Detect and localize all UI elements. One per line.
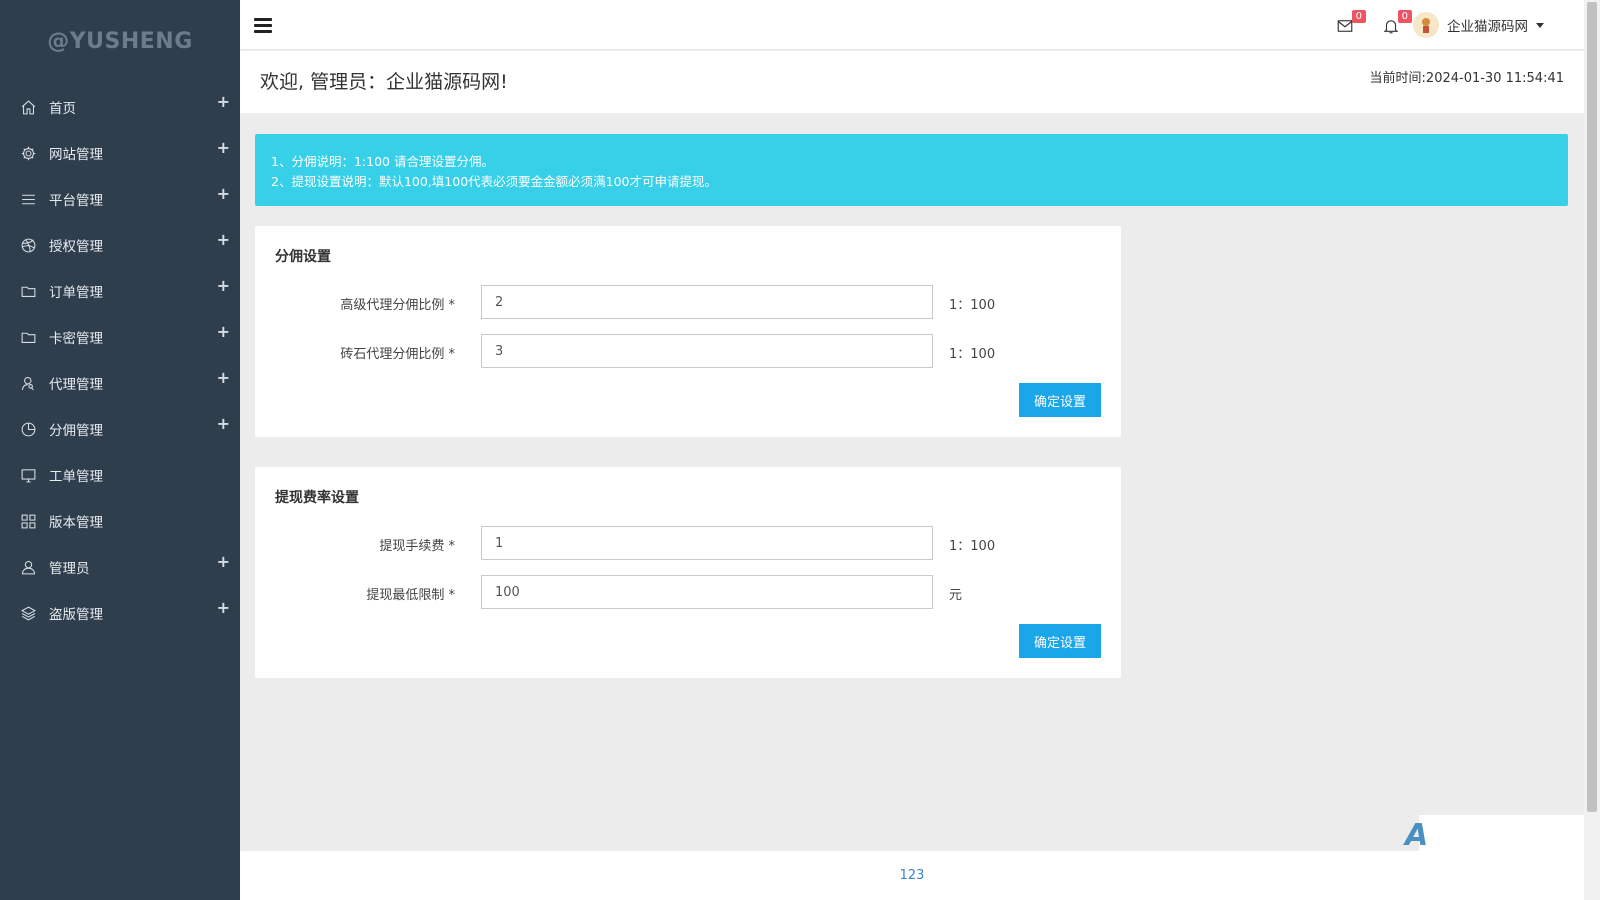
- mail-badge: 0: [1351, 10, 1366, 23]
- gear-icon: [19, 144, 37, 162]
- sidebar-item-cards[interactable]: 卡密管理 +: [0, 314, 240, 360]
- withdraw-settings-card: 提现费率设置 提现手续费 * 1：100 提现最低限制 * 元 确定设置: [255, 467, 1121, 678]
- user-dropdown[interactable]: 企业猫源码网: [1413, 12, 1544, 38]
- withdraw-minimum-input[interactable]: [481, 575, 933, 609]
- bell-icon: [1382, 20, 1400, 39]
- diamond-agent-ratio-input[interactable]: [481, 334, 933, 368]
- sidebar-item-label: 盗版管理: [49, 607, 103, 623]
- scrollbar-thumb[interactable]: [1587, 2, 1597, 812]
- sidebar-item-label: 版本管理: [49, 515, 103, 531]
- form-row: 砖石代理分佣比例 * 1：100: [255, 334, 1121, 368]
- card-title: 分佣设置: [275, 249, 331, 265]
- info-alert: 1、分佣说明：1:100 请合理设置分佣。 2、提现设置说明：默认100,填10…: [255, 134, 1568, 206]
- plus-icon: +: [216, 322, 230, 341]
- sidebar-item-tickets[interactable]: 工单管理: [0, 452, 240, 498]
- pie-chart-icon: [19, 420, 37, 438]
- folder-icon: [19, 282, 37, 300]
- withdraw-fee-input[interactable]: [481, 526, 933, 560]
- user-name: 企业猫源码网: [1447, 19, 1528, 35]
- corner-logo: A: [1405, 818, 1429, 853]
- field-suffix: 1：100: [949, 298, 996, 313]
- sidebar-item-label: 代理管理: [49, 377, 103, 393]
- form-row: 高级代理分佣比例 * 1：100: [255, 285, 1121, 319]
- field-suffix: 元: [949, 588, 963, 603]
- corner-overlay: [1419, 815, 1584, 851]
- footer-text: 123: [899, 868, 925, 883]
- user-icon: [19, 558, 37, 576]
- caret-down-icon: [1536, 22, 1544, 28]
- sidebar-item-label: 授权管理: [49, 239, 103, 255]
- plus-icon: +: [216, 276, 230, 295]
- plus-icon: +: [216, 598, 230, 617]
- mail-button[interactable]: 0: [1336, 10, 1366, 39]
- user-search-icon: [19, 374, 37, 392]
- sidebar-item-license[interactable]: 授权管理 +: [0, 222, 240, 268]
- plus-icon: +: [216, 138, 230, 157]
- plus-icon: +: [216, 552, 230, 571]
- sidebar-item-versions[interactable]: 版本管理: [0, 498, 240, 544]
- sidebar-item-platform[interactable]: 平台管理 +: [0, 176, 240, 222]
- home-icon: [19, 98, 37, 116]
- alert-line: 1、分佣说明：1:100 请合理设置分佣。: [271, 154, 494, 169]
- field-suffix: 1：100: [949, 539, 996, 554]
- sidebar-item-label: 平台管理: [49, 193, 103, 209]
- plus-icon: +: [216, 368, 230, 387]
- form-row: 提现最低限制 * 元: [255, 575, 1121, 609]
- commission-confirm-button[interactable]: 确定设置: [1019, 383, 1101, 417]
- alert-line: 2、提现设置说明：默认100,填100代表必须要金金额必须满100才可申请提现。: [271, 174, 718, 189]
- plus-icon: +: [216, 92, 230, 111]
- sidebar-item-label: 管理员: [49, 561, 90, 577]
- withdraw-confirm-button[interactable]: 确定设置: [1019, 624, 1101, 658]
- layers-icon: [19, 604, 37, 622]
- sidebar-item-home[interactable]: 首页 +: [0, 84, 240, 130]
- sidebar-item-label: 卡密管理: [49, 331, 103, 347]
- senior-agent-ratio-input[interactable]: [481, 285, 933, 319]
- commission-settings-card: 分佣设置 高级代理分佣比例 * 1：100 砖石代理分佣比例 * 1：100 确…: [255, 226, 1121, 437]
- dribbble-icon: [19, 236, 37, 254]
- field-label: 提现最低限制 *: [366, 588, 455, 603]
- scrollbar[interactable]: [1584, 0, 1600, 900]
- list-icon: [19, 190, 37, 208]
- card-title: 提现费率设置: [275, 490, 359, 506]
- sidebar-item-orders[interactable]: 订单管理 +: [0, 268, 240, 314]
- sidebar-menu: 首页 + 网站管理 + 平台管理 + 授权管理 + 订单管理 + 卡密管理 +: [0, 84, 240, 636]
- monitor-icon: [19, 466, 37, 484]
- form-row: 提现手续费 * 1：100: [255, 526, 1121, 560]
- page-title: 欢迎, 管理员：企业猫源码网!: [260, 71, 508, 93]
- hamburger-menu-icon[interactable]: [254, 18, 272, 33]
- sidebar-item-website[interactable]: 网站管理 +: [0, 130, 240, 176]
- sidebar-item-label: 订单管理: [49, 285, 103, 301]
- welcome-bar: 欢迎, 管理员：企业猫源码网! 当前时间:2024-01-30 11:54:41: [240, 51, 1584, 113]
- field-label: 提现手续费 *: [379, 539, 455, 554]
- notification-badge: 0: [1397, 10, 1412, 23]
- field-label: 高级代理分佣比例 *: [340, 298, 455, 313]
- plus-icon: +: [216, 414, 230, 433]
- plus-icon: +: [216, 230, 230, 249]
- field-suffix: 1：100: [949, 347, 996, 362]
- folder-icon: [19, 328, 37, 346]
- top-header: 0 0 企业猫源码网: [240, 0, 1584, 50]
- field-label: 砖石代理分佣比例 *: [340, 347, 455, 362]
- sidebar-item-commission[interactable]: 分佣管理 +: [0, 406, 240, 452]
- sidebar: @YUSHENG 首页 + 网站管理 + 平台管理 + 授权管理 + 订单管理 …: [0, 0, 240, 900]
- sidebar-item-label: 分佣管理: [49, 423, 103, 439]
- brand-logo: @YUSHENG: [47, 29, 193, 54]
- sidebar-item-piracy[interactable]: 盗版管理 +: [0, 590, 240, 636]
- footer: 123: [240, 851, 1584, 900]
- sidebar-item-label: 网站管理: [49, 147, 103, 163]
- grid-icon: [19, 512, 37, 530]
- plus-icon: +: [216, 184, 230, 203]
- sidebar-item-label: 首页: [49, 101, 76, 117]
- sidebar-item-admins[interactable]: 管理员 +: [0, 544, 240, 590]
- notification-button[interactable]: 0: [1382, 10, 1412, 39]
- avatar: [1413, 12, 1439, 38]
- sidebar-item-agents[interactable]: 代理管理 +: [0, 360, 240, 406]
- current-time: 当前时间:2024-01-30 11:54:41: [1369, 71, 1564, 86]
- envelope-icon: [1336, 20, 1354, 39]
- sidebar-item-label: 工单管理: [49, 469, 103, 485]
